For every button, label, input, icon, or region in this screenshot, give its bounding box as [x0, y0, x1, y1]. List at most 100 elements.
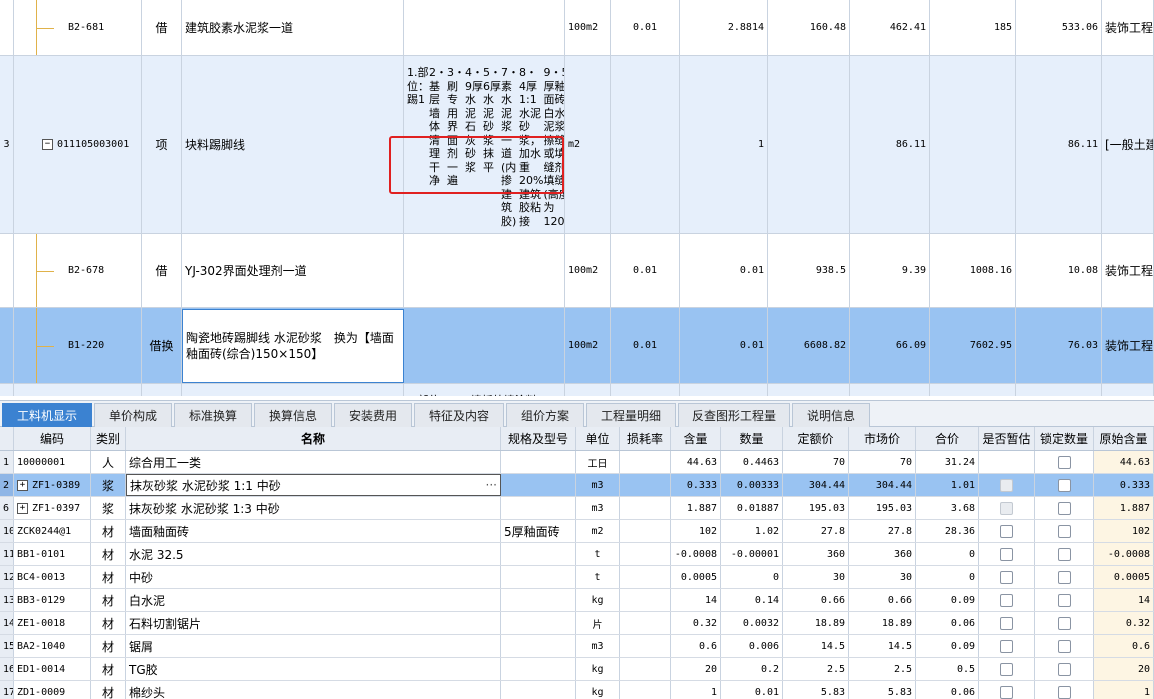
resource-market-cell[interactable]: 70	[849, 451, 916, 473]
resource-row[interactable]: 2 + ZF1-0389 浆 抹灰砂浆 水泥砂浆 1:1 中砂 ··· m3 0.333 0.0…	[0, 474, 1154, 497]
lock-qty-checkbox[interactable]	[1057, 639, 1071, 653]
resource-market-cell[interactable]: 2.5	[849, 658, 916, 680]
estimate-checkbox[interactable]	[1000, 662, 1013, 676]
resource-est-cell[interactable]	[979, 589, 1035, 611]
tab-4[interactable]: 换算信息	[254, 403, 332, 427]
resource-name-cell[interactable]: 石料切割锯片	[126, 612, 501, 634]
bill-row[interactable]: B2-678 借 YJ-302界面处理剂一道 100m2 0.01 0.01 938.5 9.…	[0, 234, 1154, 308]
resource-row[interactable]: 16 ED1-0014 材 TG胶 kg 20 0.2 2.5 2.5 0.5 20	[0, 658, 1154, 681]
bill-row[interactable]: 1.部位：RFF墙板外墙涂料	[0, 384, 1154, 396]
resource-row[interactable]: 12 BC4-0013 材中砂 t 0.0005 0 30 30 0 0.0005	[0, 566, 1154, 589]
expand-icon[interactable]: +	[17, 479, 28, 491]
lock-qty-checkbox[interactable]	[1057, 593, 1071, 607]
tab-5[interactable]: 安装费用	[334, 403, 412, 427]
resource-row[interactable]: 13 BB3-0129 材白水泥 kg 14 0.14 0.66 0.66 0.09 14	[0, 589, 1154, 612]
resource-content-cell[interactable]: 44.63	[671, 451, 721, 473]
resource-name-cell[interactable]: 抹灰砂浆 水泥砂浆 1:3 中砂	[126, 497, 501, 519]
collapse-icon[interactable]: −	[42, 139, 53, 150]
resource-row[interactable]: 11 BB1-0101 材水泥 32.5 t -0.0008 -0.00001 360 360…	[0, 543, 1154, 566]
tab-10[interactable]: 说明信息	[792, 403, 870, 427]
resource-name-cell[interactable]: 白水泥	[126, 589, 501, 611]
resource-spec-cell[interactable]: 5厚釉面砖	[501, 520, 576, 542]
column-header[interactable]: 规格及型号	[501, 427, 576, 450]
resource-row[interactable]: 1 10000001 人综合用工一类 工日 44.63 0.4463 70 70 31.24 44…	[0, 451, 1154, 474]
resource-row[interactable]: 15 BA2-1040 材锯屑 m3 0.6 0.006 14.5 14.5 0.09 0.6	[0, 635, 1154, 658]
column-header[interactable]: 单位	[576, 427, 620, 450]
resource-name-cell[interactable]: 锯屑	[126, 635, 501, 657]
estimate-checkbox[interactable]	[1000, 593, 1013, 607]
resource-spec-cell[interactable]	[501, 497, 576, 519]
resource-lock-cell[interactable]	[1035, 520, 1094, 542]
resource-lock-cell[interactable]	[1035, 681, 1094, 699]
resource-market-cell[interactable]: 14.5	[849, 635, 916, 657]
resource-spec-cell[interactable]	[501, 566, 576, 588]
resource-name-cell[interactable]: 抹灰砂浆 水泥砂浆 1:1 中砂 ···	[126, 474, 501, 496]
lock-qty-checkbox[interactable]	[1057, 616, 1071, 630]
resource-lock-cell[interactable]	[1035, 612, 1094, 634]
resource-content-cell[interactable]: 102	[671, 520, 721, 542]
more-options-icon[interactable]: ···	[486, 478, 497, 492]
bill-name-cell[interactable]: 陶瓷地砖踢脚线 水泥砂浆 换为【墙面釉面砖(综合)150×150】	[182, 309, 404, 383]
resource-market-cell[interactable]: 304.44	[849, 474, 916, 496]
resource-est-cell[interactable]	[979, 566, 1035, 588]
column-header[interactable]: 是否暂估	[979, 427, 1035, 450]
lock-qty-checkbox[interactable]	[1057, 685, 1071, 699]
lock-qty-checkbox[interactable]	[1057, 662, 1071, 676]
lock-qty-checkbox[interactable]	[1057, 501, 1071, 515]
resource-lock-cell[interactable]	[1035, 474, 1094, 496]
resource-row[interactable]: 10 ZCK0244@1 材墙面釉面砖 5厚釉面砖 m2 102 1.02 27.8 27.8 2…	[0, 520, 1154, 543]
resource-lock-cell[interactable]	[1035, 497, 1094, 519]
bill-row[interactable]: 3−011105003001 项块料踢脚线 1.部位：踢1 2・基层墙体清理干净 3・刷…	[0, 56, 1154, 234]
resource-est-cell[interactable]	[979, 658, 1035, 680]
tab-2[interactable]: 单价构成	[94, 403, 172, 427]
resource-name-cell[interactable]: 综合用工一类	[126, 451, 501, 473]
resource-content-cell[interactable]: 1	[671, 681, 721, 699]
resource-market-cell[interactable]: 5.83	[849, 681, 916, 699]
resource-spec-cell[interactable]	[501, 612, 576, 634]
tab-8[interactable]: 工程量明细	[586, 403, 676, 427]
resource-lock-cell[interactable]	[1035, 566, 1094, 588]
column-header[interactable]: 数量	[721, 427, 783, 450]
bill-name-cell[interactable]	[182, 384, 404, 396]
resource-content-cell[interactable]: 20	[671, 658, 721, 680]
bill-row[interactable]: B1-220 借换 陶瓷地砖踢脚线 水泥砂浆 换为【墙面釉面砖(综合)150×150…	[0, 308, 1154, 384]
resource-spec-cell[interactable]	[501, 589, 576, 611]
column-header[interactable]: 类别	[91, 427, 126, 450]
tab-1[interactable]: 工料机显示	[2, 403, 92, 427]
resource-market-cell[interactable]: 18.89	[849, 612, 916, 634]
resource-lock-cell[interactable]	[1035, 451, 1094, 473]
resource-content-cell[interactable]: 0.32	[671, 612, 721, 634]
resource-est-cell[interactable]	[979, 451, 1035, 473]
resource-spec-cell[interactable]	[501, 658, 576, 680]
resource-content-cell[interactable]: 0.6	[671, 635, 721, 657]
resource-content-cell[interactable]: 1.887	[671, 497, 721, 519]
resource-spec-cell[interactable]	[501, 451, 576, 473]
resource-lock-cell[interactable]	[1035, 635, 1094, 657]
resource-name-cell[interactable]: 棉纱头	[126, 681, 501, 699]
tab-7[interactable]: 组价方案	[506, 403, 584, 427]
resource-market-cell[interactable]: 195.03	[849, 497, 916, 519]
resource-name-cell[interactable]: 水泥 32.5	[126, 543, 501, 565]
resource-market-cell[interactable]: 0.66	[849, 589, 916, 611]
resource-spec-cell[interactable]	[501, 681, 576, 699]
lock-qty-checkbox[interactable]	[1057, 570, 1071, 584]
resource-name-cell[interactable]: 墙面釉面砖	[126, 520, 501, 542]
resource-lock-cell[interactable]	[1035, 589, 1094, 611]
column-header[interactable]: 编码	[14, 427, 91, 450]
estimate-checkbox[interactable]	[1000, 616, 1013, 630]
resource-lock-cell[interactable]	[1035, 543, 1094, 565]
resource-row[interactable]: 6 + ZF1-0397 浆抹灰砂浆 水泥砂浆 1:3 中砂 m3 1.887 0.0188…	[0, 497, 1154, 520]
column-header[interactable]: 名称	[126, 427, 501, 450]
bill-row[interactable]: B2-681 借 建筑胶素水泥浆一道 100m2 0.01 2.8814 160.48 462…	[0, 0, 1154, 56]
resource-content-cell[interactable]: 0.333	[671, 474, 721, 496]
resource-est-cell[interactable]	[979, 635, 1035, 657]
tab-6[interactable]: 特征及内容	[414, 403, 504, 427]
column-header[interactable]: 原始含量	[1094, 427, 1154, 450]
column-header[interactable]: 定额价	[783, 427, 849, 450]
bill-name-cell[interactable]: 块料踢脚线	[182, 56, 404, 233]
estimate-checkbox[interactable]	[1000, 524, 1013, 538]
resource-spec-cell[interactable]	[501, 635, 576, 657]
resource-est-cell[interactable]	[979, 497, 1035, 519]
tab-3[interactable]: 标准换算	[174, 403, 252, 427]
bill-name-cell[interactable]: YJ-302界面处理剂一道	[182, 234, 404, 307]
